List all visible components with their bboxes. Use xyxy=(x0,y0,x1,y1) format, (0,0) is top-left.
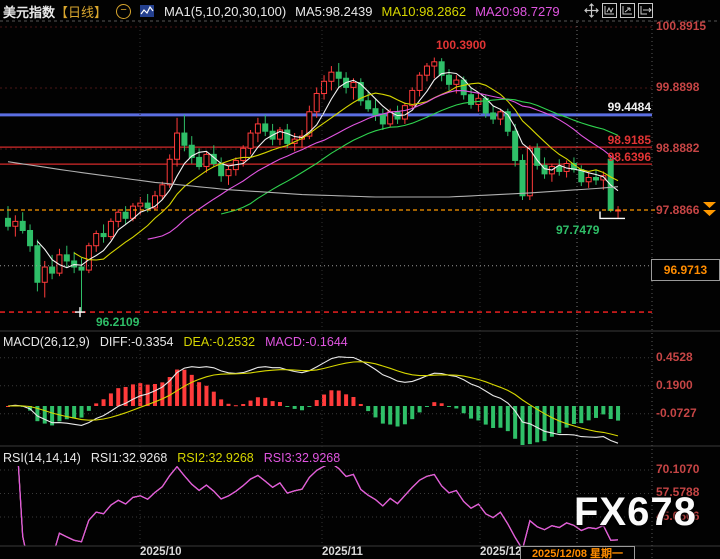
instrument-title: 美元指数 xyxy=(3,2,55,21)
timeframe-label: 【日线】 xyxy=(55,2,107,21)
fx678-watermark: FX678 xyxy=(574,490,697,535)
ma20-value: MA20:98.7279 xyxy=(475,4,560,19)
macd-diff-value: DIFF:-0.3354 xyxy=(100,335,174,349)
rsi-header: RSI(14,14,14) RSI1:32.9268 RSI2:32.9268 … xyxy=(3,451,340,465)
month-label-dec: 2025/12 xyxy=(480,546,522,558)
axis-panel-icon-2[interactable] xyxy=(620,3,635,23)
trading-app-window: 美元指数 【日线】 − MA1(5,10,20,30,100) MA5:98.2… xyxy=(0,0,720,559)
macd-dea-value: DEA:-0.2532 xyxy=(183,335,255,349)
rsi-tick-label: 70.1070 xyxy=(656,462,699,476)
rsi2-value: RSI2:32.9268 xyxy=(177,451,253,465)
chart-canvas[interactable] xyxy=(0,0,720,559)
ma5-value: MA5:98.2439 xyxy=(295,4,372,19)
ma10-value: MA10:98.2862 xyxy=(382,4,467,19)
ma-settings-label: MA1(5,10,20,30,100) xyxy=(164,4,286,19)
chart-header: 美元指数 【日线】 − MA1(5,10,20,30,100) MA5:98.2… xyxy=(3,2,560,20)
swing-high-label: 100.3900 xyxy=(436,38,486,52)
macd-name: MACD(26,12,9) xyxy=(3,335,90,349)
rsi3-value: RSI3:32.9268 xyxy=(264,451,340,465)
axis-panel-icon-1[interactable] xyxy=(602,3,617,23)
resistance2-label: 98.6396 xyxy=(571,150,651,164)
axis-panel-expand-icon[interactable] xyxy=(638,3,653,23)
recent-low-label: 97.7479 xyxy=(556,223,599,237)
rsi-name: RSI(14,14,14) xyxy=(3,451,81,465)
macd-bar-value: MACD:-0.1644 xyxy=(265,335,348,349)
move-crosshair-icon[interactable] xyxy=(584,3,599,23)
month-label-nov: 2025/11 xyxy=(322,546,363,558)
macd-tick-label: 0.1900 xyxy=(656,378,693,392)
chart-toolbar xyxy=(584,3,653,23)
price-tick-label: 100.8915 xyxy=(656,19,706,33)
collapse-icon[interactable]: − xyxy=(116,4,131,19)
rsi1-value: RSI1:32.9268 xyxy=(91,451,167,465)
major-low-label: 96.2109 xyxy=(96,315,139,329)
price-tick-label: 98.8882 xyxy=(656,141,699,155)
month-label-oct: 2025/10 xyxy=(140,546,182,558)
crosshair-date-box: 2025/12/08 星期一 xyxy=(520,546,635,559)
resistance1-label: 98.9185 xyxy=(571,133,651,147)
last-price-axis-label: 97.8866 xyxy=(655,203,700,217)
blue-level-label: 99.4484 xyxy=(571,100,651,114)
crosshair-price-box: 96.9713 xyxy=(651,259,720,281)
macd-header: MACD(26,12,9) DIFF:-0.3354 DEA:-0.2532 M… xyxy=(3,335,348,349)
macd-tick-label: -0.0727 xyxy=(656,406,697,420)
macd-tick-label: 0.4528 xyxy=(656,350,693,364)
price-tick-label: 99.8898 xyxy=(656,80,699,94)
indicator-chart-icon[interactable] xyxy=(140,4,155,18)
